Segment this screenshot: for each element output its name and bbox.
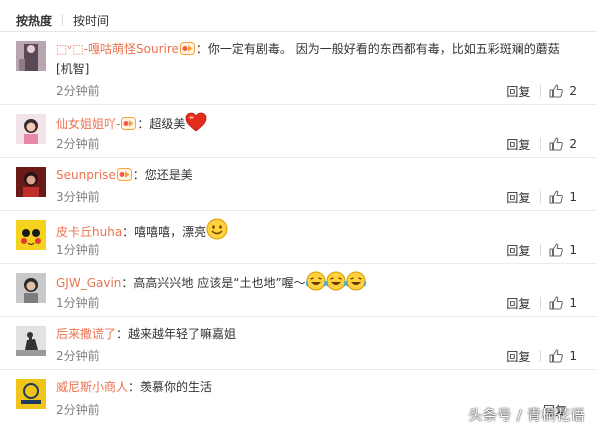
like-count: 2	[569, 137, 577, 151]
comment-actions: 回复 2	[506, 136, 577, 153]
member-badge-icon	[116, 168, 132, 181]
action-divider	[540, 350, 542, 362]
comment-text: ：高高兴兴地 应该是“土也地”喔～	[121, 276, 306, 290]
reply-button[interactable]: 回复	[506, 348, 530, 365]
like-count: 1	[569, 243, 577, 257]
comment-item: ⬚ᵛ⬚-嘎咕萌怪Sourire ：你一定有剧毒。 因为一般好看的东西都有毒，比如五…	[0, 32, 597, 105]
comment-item: 皮卡丘huha：嘻嘻嘻，漂亮 1分钟前 回复 1	[0, 211, 597, 264]
username[interactable]: 皮卡丘huha	[56, 225, 122, 239]
heart-emoji-icon	[185, 112, 207, 132]
comment-actions: 回复 1	[506, 242, 577, 259]
like-count: 1	[569, 349, 577, 363]
comment-item: Seunprise ：您还是美 3分钟前 回复 1	[0, 158, 597, 211]
action-divider	[540, 191, 542, 203]
avatar[interactable]	[16, 167, 46, 197]
reply-button[interactable]: 回复	[506, 83, 530, 100]
comment-time: 3分钟前	[56, 190, 100, 204]
tab-sort-by-hot[interactable]: 按热度	[16, 12, 52, 29]
username[interactable]: Seunprise	[56, 168, 116, 182]
username[interactable]: GJW_Gavin	[56, 276, 121, 290]
like-count: 2	[569, 84, 577, 98]
comment-time: 2分钟前	[56, 84, 100, 98]
avatar[interactable]	[16, 273, 46, 303]
username[interactable]: 后来撒谎了	[56, 327, 116, 341]
action-divider	[540, 138, 542, 150]
reply-button[interactable]: 回复	[506, 295, 530, 312]
comment-text: ：羡慕你的生活	[128, 380, 213, 394]
action-divider	[540, 244, 542, 256]
member-badge-icon	[121, 117, 137, 130]
comment-time: 2分钟前	[56, 349, 100, 363]
like-count: 1	[569, 296, 577, 310]
reply-button[interactable]: 回复	[506, 189, 530, 206]
comment-actions: 回复 1	[506, 295, 577, 312]
thumbs-up-icon[interactable]	[549, 296, 564, 310]
thumbs-up-icon[interactable]	[549, 84, 564, 98]
thumbs-up-icon[interactable]	[549, 190, 564, 204]
avatar[interactable]	[16, 220, 46, 250]
comment-text: ：您还是美	[132, 168, 193, 182]
comment-actions: 回复 1	[506, 189, 577, 206]
reply-button[interactable]: 回复	[506, 136, 530, 153]
laughing-emoji-icon	[345, 271, 366, 291]
avatar[interactable]	[16, 114, 46, 144]
username[interactable]: ⬚ᵛ⬚-嘎咕萌怪Sourire	[56, 42, 179, 56]
comment-list: ⬚ᵛ⬚-嘎咕萌怪Sourire ：你一定有剧毒。 因为一般好看的东西都有毒，比如五…	[0, 32, 597, 423]
comment-time: 2分钟前	[56, 403, 100, 417]
comment-text: ：嘻嘻嘻，漂亮	[122, 225, 207, 239]
watermark: 头条号 / 青桐花语	[468, 408, 585, 424]
laughing-emoji-icon	[325, 271, 346, 291]
comment-text: ：越来越年轻了嘛嘉姐	[116, 327, 237, 341]
comment-time: 1分钟前	[56, 296, 100, 310]
reply-button[interactable]: 回复	[506, 242, 530, 259]
thumbs-up-icon[interactable]	[549, 137, 564, 151]
comment-time: 1分钟前	[56, 243, 100, 257]
action-divider	[540, 85, 542, 97]
comment-item: 仙女姐姐吖- ：超级美 2分钟前 回复 2	[0, 105, 597, 158]
comment-item: 后来撒谎了：越来越年轻了嘛嘉姐 2分钟前 回复 1	[0, 317, 597, 370]
comment-item: GJW_Gavin：高高兴兴地 应该是“土也地”喔～ 1分钟前 回复 1	[0, 264, 597, 317]
avatar[interactable]	[16, 41, 46, 71]
tab-divider	[62, 14, 64, 26]
username[interactable]: 仙女姐姐吖-	[56, 117, 120, 131]
smile-emoji-icon	[206, 218, 228, 240]
thumbs-up-icon[interactable]	[549, 243, 564, 257]
tab-sort-by-time[interactable]: 按时间	[73, 12, 109, 29]
sort-tabs: 按热度 按时间	[16, 11, 109, 29]
comment-time: 2分钟前	[56, 137, 100, 151]
laughing-emoji-icon	[305, 271, 326, 291]
comment-actions: 回复 2	[506, 83, 577, 100]
like-count: 1	[569, 190, 577, 204]
avatar[interactable]	[16, 379, 46, 409]
comment-text: ：超级美	[137, 117, 186, 131]
action-divider	[540, 297, 542, 309]
username[interactable]: 威尼斯小商人	[56, 380, 128, 394]
member-badge-icon	[179, 42, 195, 55]
thumbs-up-icon[interactable]	[549, 349, 564, 363]
avatar[interactable]	[16, 326, 46, 356]
comment-actions: 回复 1	[506, 348, 577, 365]
